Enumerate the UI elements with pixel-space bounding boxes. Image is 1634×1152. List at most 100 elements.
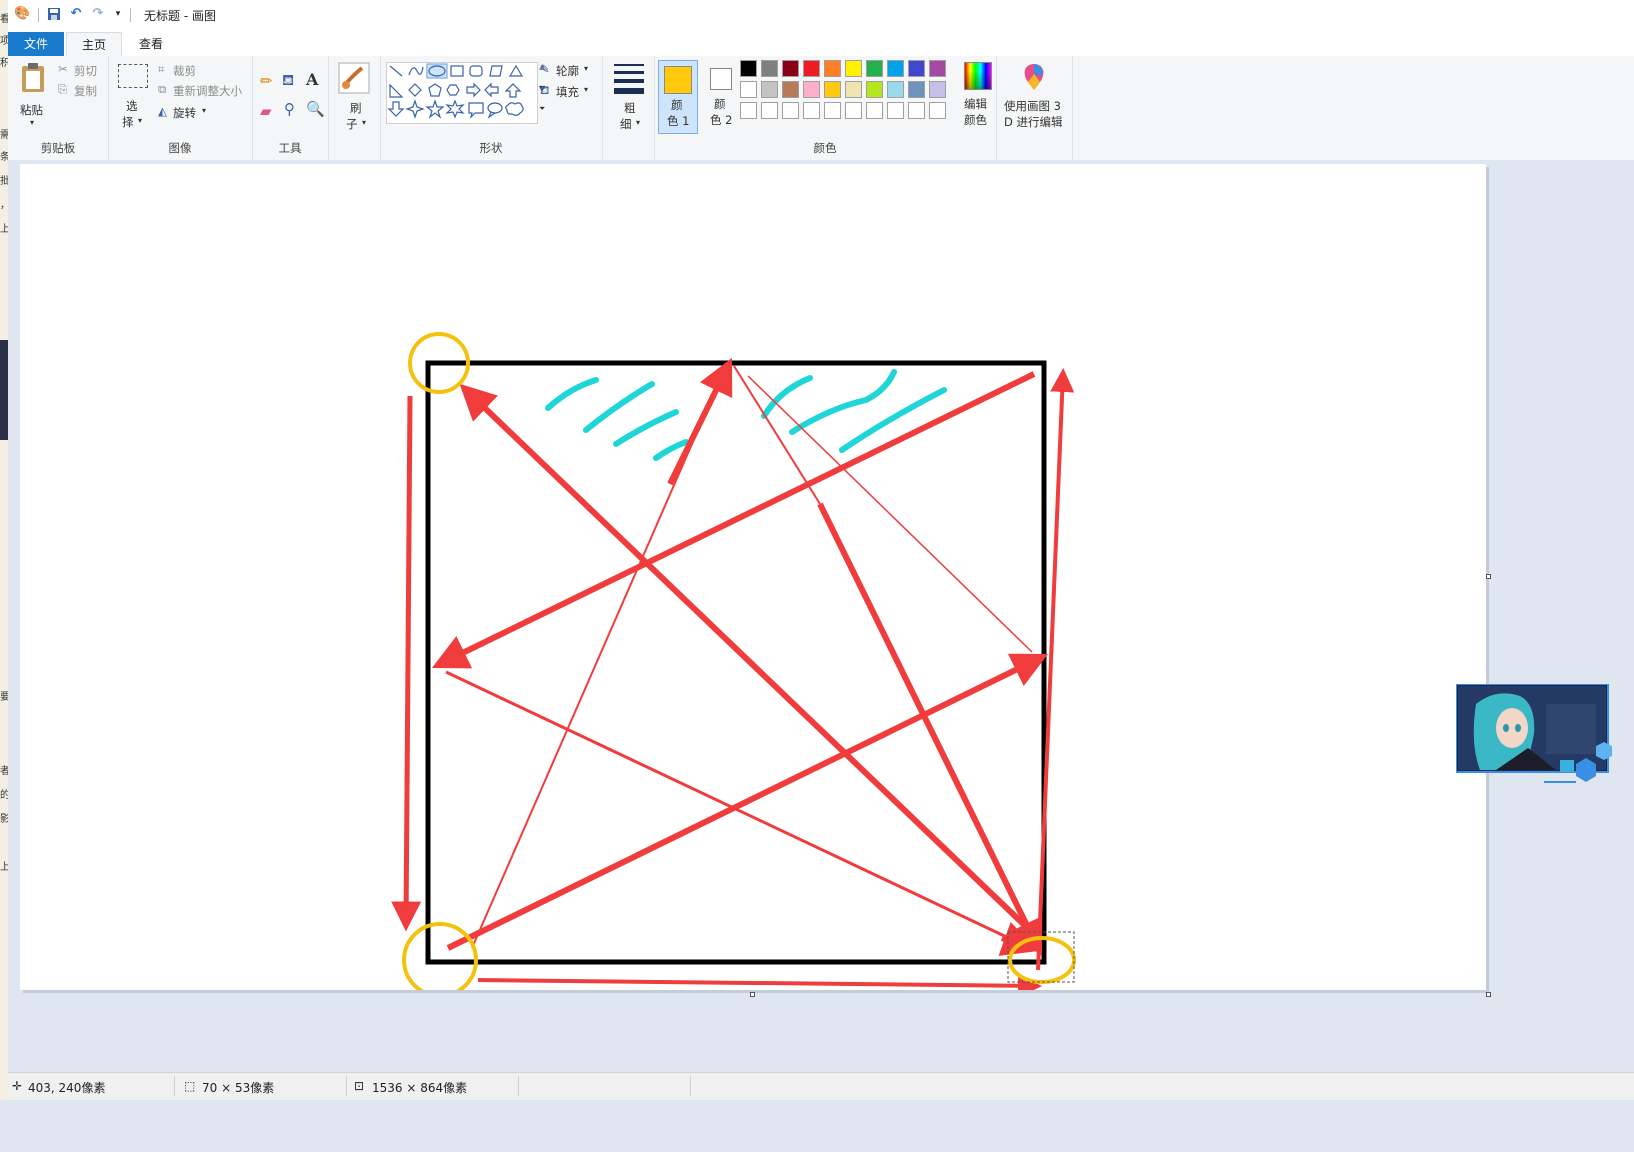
color2-button[interactable]: 颜 色 2 (702, 60, 740, 132)
save-icon[interactable] (46, 6, 62, 22)
canvas-resize-handle-bottom[interactable] (750, 992, 755, 997)
palette-swatch[interactable] (803, 60, 820, 77)
image-group: 选 择 ▾ ⌗ 裁剪 ⧉ 重新调整大小 ◭ 旋转 ▾ 图像 (108, 56, 253, 160)
palette-swatch[interactable] (866, 81, 883, 98)
eraser-icon[interactable]: ▰ (260, 102, 272, 120)
black-square (425, 360, 1047, 965)
paint3d-button[interactable]: 使用画图 3 D 进行编辑 (1000, 60, 1068, 132)
palette-swatch[interactable] (929, 60, 946, 77)
paint3d-label: 使用画图 3 (1004, 99, 1061, 113)
title-bar: 🎨 ↶ ↷ ▾ 无标题 - 画图 (8, 0, 1634, 30)
customize-toolbar-icon[interactable]: ▾ (110, 6, 126, 22)
tab-home[interactable]: 主页 (66, 32, 122, 57)
paste-dropdown-icon[interactable]: ▾ (30, 118, 34, 127)
color-picker-icon[interactable]: ⚲ (284, 100, 295, 118)
palette-swatch[interactable] (824, 60, 841, 77)
cursor-position-icon: ✛ (12, 1079, 23, 1093)
crop-label: 裁剪 (173, 64, 196, 78)
color1-swatch (664, 66, 692, 94)
palette-swatch[interactable] (740, 60, 757, 77)
palette-swatch[interactable] (740, 102, 757, 119)
edit-colors-button[interactable]: 编辑 颜色 (960, 60, 994, 132)
shapes-group-label: 形状 (479, 141, 503, 155)
canvas-resize-handle-right[interactable] (1486, 574, 1491, 579)
select-rectangle-icon (118, 64, 148, 88)
palette-swatch[interactable] (887, 81, 904, 98)
color2-swatch (710, 68, 732, 90)
palette-swatch[interactable] (761, 102, 778, 119)
size-button[interactable]: 粗 细 ▾ (612, 62, 646, 134)
palette-swatch[interactable] (824, 81, 841, 98)
redo-icon[interactable]: ↷ (90, 6, 106, 22)
brushes-label: 刷 (350, 101, 362, 115)
line-width-icon (614, 64, 644, 66)
expand-gallery-icon[interactable]: ⏷ (539, 104, 545, 114)
text-tool-icon[interactable]: A (306, 70, 318, 89)
palette-swatch[interactable] (845, 102, 862, 119)
palette-swatch[interactable] (929, 102, 946, 119)
palette-swatch[interactable] (824, 102, 841, 119)
cut-label: 剪切 (74, 64, 97, 78)
color1-label: 颜 (671, 98, 683, 112)
pencil-icon[interactable]: ✏ (260, 72, 273, 90)
tab-view[interactable]: 查看 (124, 32, 178, 56)
palette-swatch[interactable] (740, 81, 757, 98)
edit-colors-label: 编辑 (964, 97, 987, 111)
fill-icon: ⛾ (540, 83, 550, 97)
palette-swatch[interactable] (782, 81, 799, 98)
shapes-gallery-icons (387, 63, 524, 119)
palette-swatch[interactable] (803, 102, 820, 119)
color1-button[interactable]: 颜 色 1 (658, 60, 698, 134)
palette-swatch[interactable] (866, 102, 883, 119)
divider (38, 8, 39, 22)
arrow-bottom-right (477, 973, 1042, 990)
palette-swatch[interactable] (803, 81, 820, 98)
undo-icon[interactable]: ↶ (68, 6, 84, 22)
palette-swatch[interactable] (782, 102, 799, 119)
paint3d-icon (1024, 64, 1044, 90)
paint-app-icon[interactable]: 🎨 (14, 6, 30, 22)
palette-swatch[interactable] (761, 60, 778, 77)
arrow-left-down (391, 395, 422, 932)
ribbon-tabs: 文件 主页 查看 (8, 30, 1634, 57)
canvas-viewport[interactable] (8, 160, 1634, 1072)
arrow-to-right-mid (446, 653, 1049, 951)
canvas-resize-handle-corner[interactable] (1486, 992, 1491, 997)
palette-swatch[interactable] (929, 81, 946, 98)
palette-swatch[interactable] (845, 60, 862, 77)
select-dropdown-icon[interactable]: ▾ (138, 116, 142, 125)
brush-icon (338, 62, 370, 94)
divider (130, 8, 131, 22)
selection-size: 70 × 53像素 (202, 1081, 275, 1095)
palette-swatch[interactable] (845, 81, 862, 98)
paste-icon (22, 63, 44, 92)
palette-swatch[interactable] (782, 60, 799, 77)
crop-icon: ⌗ (158, 62, 165, 76)
size-label-2: 细 (620, 117, 632, 131)
floating-media-widget[interactable] (1455, 683, 1616, 784)
canvas-drawing (391, 332, 1076, 990)
arrow-to-left-mid (431, 371, 1036, 669)
shapes-gallery[interactable] (386, 62, 538, 124)
drawing-canvas[interactable] (20, 164, 1491, 997)
tab-file[interactable]: 文件 (8, 32, 64, 56)
outline-icon: ✎ (540, 62, 550, 76)
palette-swatch[interactable] (866, 60, 883, 77)
fill-dropdown-icon: ▾ (584, 85, 589, 94)
paste-button[interactable]: 粘贴 ▾ (20, 62, 46, 127)
palette-swatch[interactable] (887, 102, 904, 119)
palette-swatch[interactable] (908, 102, 925, 119)
color1-label-2: 色 1 (667, 114, 690, 128)
brushes-button[interactable]: 刷 子 ▾ (338, 62, 372, 134)
palette-swatch[interactable] (887, 60, 904, 77)
image-size: 1536 × 864像素 (372, 1081, 468, 1095)
select-button[interactable]: 选 择 ▾ (118, 64, 148, 130)
palette-swatch[interactable] (908, 81, 925, 98)
fill-bucket-icon[interactable]: ⛾ (282, 71, 294, 91)
palette-swatch[interactable] (908, 60, 925, 77)
magnifier-icon[interactable]: 🔍 (306, 100, 325, 118)
arrow-to-bottom-right (817, 502, 1043, 957)
brushes-label-2: 子 (346, 117, 358, 131)
palette-swatch[interactable] (761, 81, 778, 98)
divider (518, 1076, 519, 1096)
